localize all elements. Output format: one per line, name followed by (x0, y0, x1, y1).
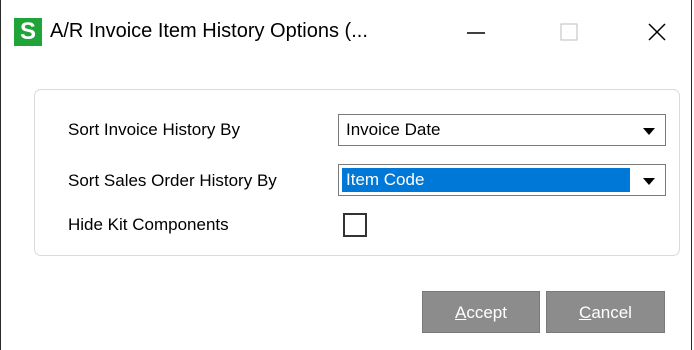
chevron-down-icon (643, 128, 655, 135)
cancel-mnemonic: C (579, 303, 592, 322)
cancel-label-rest: ancel (591, 303, 632, 322)
accept-mnemonic: A (455, 303, 467, 322)
minimize-button[interactable] (456, 12, 496, 52)
sort-sales-order-history-select[interactable]: Item Code (338, 164, 666, 196)
close-button[interactable] (637, 12, 677, 52)
hide-kit-components-checkbox[interactable] (343, 213, 367, 237)
minimize-icon (467, 32, 485, 34)
maximize-icon (560, 23, 578, 41)
hide-kit-components-label: Hide Kit Components (68, 215, 229, 234)
sort-invoice-history-label: Sort Invoice History By (68, 120, 240, 139)
maximize-button[interactable] (549, 12, 589, 52)
sort-invoice-history-select[interactable]: Invoice Date (338, 114, 666, 146)
accept-button[interactable]: Accept (422, 291, 540, 333)
sort-invoice-history-value: Invoice Date (346, 120, 441, 139)
accept-label-rest: ccept (466, 303, 507, 322)
sort-sales-order-history-label: Sort Sales Order History By (68, 171, 277, 190)
cancel-button[interactable]: Cancel (546, 291, 665, 333)
dialog-window: S A/R Invoice Item History Options (... … (0, 0, 692, 350)
chevron-down-icon (643, 178, 655, 185)
sort-sales-order-history-value: Item Code (342, 168, 630, 192)
close-icon (648, 23, 666, 41)
title-bar[interactable]: S A/R Invoice Item History Options (... (1, 0, 691, 62)
sage-app-icon: S (14, 18, 42, 46)
window-title: A/R Invoice Item History Options (... (50, 20, 368, 42)
